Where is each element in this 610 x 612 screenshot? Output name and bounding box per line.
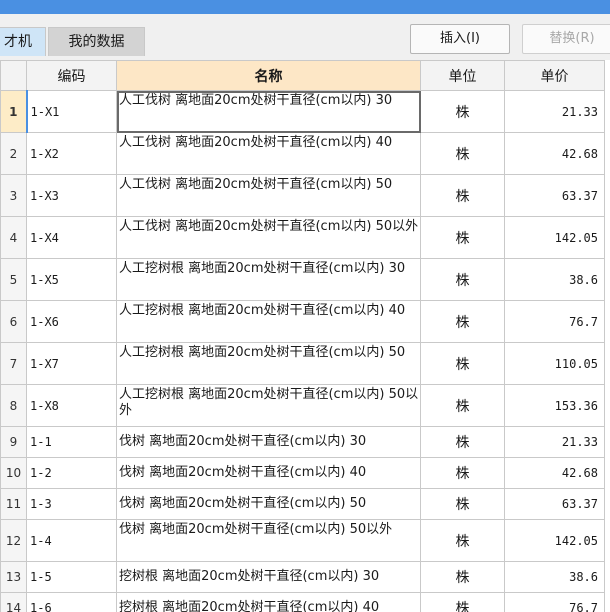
code-cell[interactable]: 1-X2 — [26, 132, 117, 175]
table-body: 1 1-X1 人工伐树 离地面20cm处树干直径(cm以内) 30 株 21.33 2 1-… — [0, 90, 605, 612]
name-cell[interactable]: 挖树根 离地面20cm处树干直径(cm以内) 40 — [116, 592, 421, 612]
name-cell[interactable]: 人工伐树 离地面20cm处树干直径(cm以内) 50以外 — [116, 216, 421, 259]
table-row[interactable]: 2 1-X2 人工伐树 离地面20cm处树干直径(cm以内) 40 株 42.68 — [0, 132, 605, 175]
row-number[interactable]: 14 — [0, 592, 27, 612]
window-top-bar — [0, 0, 610, 14]
unit-cell[interactable]: 株 — [420, 426, 505, 458]
name-cell[interactable]: 伐树 离地面20cm处树干直径(cm以内) 50以外 — [116, 519, 421, 562]
price-cell[interactable]: 153.36 — [504, 384, 605, 427]
code-cell[interactable]: 1-1 — [26, 426, 117, 458]
table-row[interactable]: 13 1-5 挖树根 离地面20cm处树干直径(cm以内) 30 株 38.6 — [0, 561, 605, 593]
price-cell[interactable]: 76.7 — [504, 300, 605, 343]
table-row[interactable]: 8 1-X8 人工挖树根 离地面20cm处树干直径(cm以内) 50以外株 153.3… — [0, 384, 605, 427]
insert-button[interactable]: 插入(I) — [410, 24, 510, 54]
table-header-row: 编码 名称 单位 单价 — [0, 60, 605, 91]
row-number[interactable]: 3 — [0, 174, 27, 217]
name-cell[interactable]: 伐树 离地面20cm处树干直径(cm以内) 50 — [116, 488, 421, 520]
price-cell[interactable]: 142.05 — [504, 519, 605, 562]
unit-cell[interactable]: 株 — [420, 258, 505, 301]
price-cell[interactable]: 21.33 — [504, 426, 605, 458]
header-code[interactable]: 编码 — [26, 60, 117, 91]
row-number[interactable]: 4 — [0, 216, 27, 259]
unit-cell[interactable]: 株 — [420, 132, 505, 175]
code-cell[interactable]: 1-X7 — [26, 342, 117, 385]
code-cell[interactable]: 1-X8 — [26, 384, 117, 427]
price-cell[interactable]: 42.68 — [504, 457, 605, 489]
price-cell[interactable]: 42.68 — [504, 132, 605, 175]
code-cell[interactable]: 1-2 — [26, 457, 117, 489]
name-cell[interactable]: 人工挖树根 离地面20cm处树干直径(cm以内) 50以外 — [116, 384, 421, 427]
name-cell[interactable]: 人工挖树根 离地面20cm处树干直径(cm以内) 50 — [116, 342, 421, 385]
tab-strip: 才机 我的数据 插入(I) 替换(R) — [0, 14, 610, 60]
code-cell[interactable]: 1-X5 — [26, 258, 117, 301]
name-cell[interactable]: 人工伐树 离地面20cm处树干直径(cm以内) 50 — [116, 174, 421, 217]
code-cell[interactable]: 1-X1 — [25, 90, 117, 133]
code-cell[interactable]: 1-X6 — [26, 300, 117, 343]
row-number[interactable]: 12 — [0, 519, 27, 562]
unit-cell[interactable]: 株 — [420, 300, 505, 343]
code-cell[interactable]: 1-X4 — [26, 216, 117, 259]
table-row[interactable]: 14 1-6 挖树根 离地面20cm处树干直径(cm以内) 40 株 76.7 — [0, 592, 605, 612]
table-row[interactable]: 3 1-X3 人工伐树 离地面20cm处树干直径(cm以内) 50 株 63.37 — [0, 174, 605, 217]
header-unit[interactable]: 单位 — [420, 60, 505, 91]
table-row[interactable]: 7 1-X7 人工挖树根 离地面20cm处树干直径(cm以内) 50 株 110.05 — [0, 342, 605, 385]
row-number[interactable]: 13 — [0, 561, 27, 593]
name-cell[interactable]: 人工挖树根 离地面20cm处树干直径(cm以内) 30 — [116, 258, 421, 301]
unit-cell[interactable]: 株 — [420, 342, 505, 385]
price-cell[interactable]: 63.37 — [504, 488, 605, 520]
code-cell[interactable]: 1-X3 — [26, 174, 117, 217]
code-cell[interactable]: 1-3 — [26, 488, 117, 520]
table-row[interactable]: 5 1-X5 人工挖树根 离地面20cm处树干直径(cm以内) 30 株 38.6 — [0, 258, 605, 301]
header-price[interactable]: 单价 — [504, 60, 605, 91]
row-number[interactable]: 7 — [0, 342, 27, 385]
unit-cell[interactable]: 株 — [420, 216, 505, 259]
code-cell[interactable]: 1-6 — [26, 592, 117, 612]
table-row[interactable]: 12 1-4 伐树 离地面20cm处树干直径(cm以内) 50以外株 142.05 — [0, 519, 605, 562]
replace-button[interactable]: 替换(R) — [522, 24, 610, 54]
price-cell[interactable]: 21.33 — [504, 90, 605, 133]
tab-my-data[interactable]: 我的数据 — [48, 27, 145, 56]
price-cell[interactable]: 76.7 — [504, 592, 605, 612]
unit-cell[interactable]: 株 — [420, 561, 505, 593]
row-number[interactable]: 2 — [0, 132, 27, 175]
row-number[interactable]: 8 — [0, 384, 27, 427]
row-number[interactable]: 10 — [0, 457, 27, 489]
name-cell[interactable]: 伐树 离地面20cm处树干直径(cm以内) 40 — [116, 457, 421, 489]
price-cell[interactable]: 110.05 — [504, 342, 605, 385]
code-cell[interactable]: 1-5 — [26, 561, 117, 593]
table-row[interactable]: 4 1-X4 人工伐树 离地面20cm处树干直径(cm以内) 50以外株 142.05 — [0, 216, 605, 259]
header-name[interactable]: 名称 — [116, 60, 421, 91]
row-number[interactable]: 11 — [0, 488, 27, 520]
price-cell[interactable]: 38.6 — [504, 258, 605, 301]
row-number[interactable]: 9 — [0, 426, 27, 458]
quota-grid[interactable]: 编码 名称 单位 单价 1 1-X1 人工伐树 离地面20cm处树干直径(cm以内)… — [0, 60, 610, 612]
price-cell[interactable]: 63.37 — [504, 174, 605, 217]
header-rownum[interactable] — [0, 60, 27, 91]
quota-table: 编码 名称 单位 单价 1 1-X1 人工伐树 离地面20cm处树干直径(cm以内)… — [0, 60, 605, 612]
unit-cell[interactable]: 株 — [420, 488, 505, 520]
name-cell[interactable]: 人工挖树根 离地面20cm处树干直径(cm以内) 40 — [116, 300, 421, 343]
name-cell[interactable]: 伐树 离地面20cm处树干直径(cm以内) 30 — [116, 426, 421, 458]
row-number[interactable]: 6 — [0, 300, 27, 343]
table-row[interactable]: 9 1-1 伐树 离地面20cm处树干直径(cm以内) 30 株 21.33 — [0, 426, 605, 458]
tab-materials[interactable]: 才机 — [0, 27, 46, 56]
price-cell[interactable]: 142.05 — [504, 216, 605, 259]
unit-cell[interactable]: 株 — [420, 90, 505, 133]
row-number[interactable]: 5 — [0, 258, 27, 301]
row-number[interactable]: 1 — [0, 90, 27, 133]
name-cell[interactable]: 挖树根 离地面20cm处树干直径(cm以内) 30 — [116, 561, 421, 593]
unit-cell[interactable]: 株 — [420, 384, 505, 427]
table-row[interactable]: 1 1-X1 人工伐树 离地面20cm处树干直径(cm以内) 30 株 21.33 — [0, 90, 605, 133]
table-row[interactable]: 6 1-X6 人工挖树根 离地面20cm处树干直径(cm以内) 40 株 76.7 — [0, 300, 605, 343]
table-row[interactable]: 11 1-3 伐树 离地面20cm处树干直径(cm以内) 50 株 63.37 — [0, 488, 605, 520]
unit-cell[interactable]: 株 — [420, 457, 505, 489]
unit-cell[interactable]: 株 — [420, 174, 505, 217]
table-row[interactable]: 10 1-2 伐树 离地面20cm处树干直径(cm以内) 40 株 42.68 — [0, 457, 605, 489]
unit-cell[interactable]: 株 — [420, 592, 505, 612]
name-cell[interactable]: 人工伐树 离地面20cm处树干直径(cm以内) 40 — [116, 132, 421, 175]
unit-cell[interactable]: 株 — [420, 519, 505, 562]
name-cell[interactable]: 人工伐树 离地面20cm处树干直径(cm以内) 30 — [116, 90, 421, 133]
code-cell[interactable]: 1-4 — [26, 519, 117, 562]
price-cell[interactable]: 38.6 — [504, 561, 605, 593]
